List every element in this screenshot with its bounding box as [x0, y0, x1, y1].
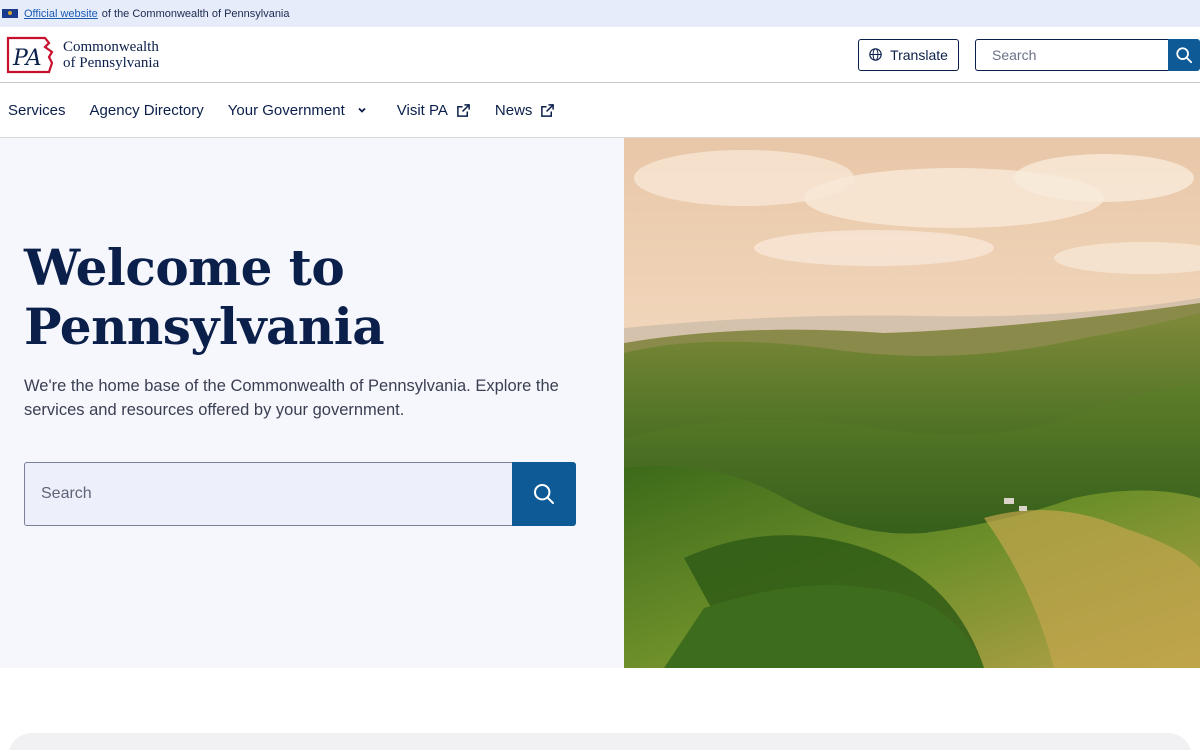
pa-flag-icon	[2, 9, 18, 18]
hero-content: Welcome to Pennsylvania We're the home b…	[0, 138, 624, 668]
logo-wordmark: Commonwealth of Pennsylvania	[63, 39, 159, 71]
pa-keystone-logo-icon: PA	[6, 36, 54, 73]
hero-title-line-2: Pennsylvania	[24, 297, 385, 356]
header-search-button[interactable]	[1168, 38, 1200, 71]
nav-label: Visit PA	[396, 101, 448, 119]
nav-label: News	[494, 101, 533, 119]
nav-label: Your Government	[227, 101, 345, 119]
nav-label: Agency Directory	[89, 101, 204, 119]
nav-label: Services	[8, 101, 66, 119]
nav-item-services[interactable]: Services	[8, 102, 66, 119]
official-website-link[interactable]: Official website	[24, 8, 98, 20]
nav-item-news[interactable]: News	[495, 102, 556, 119]
hero-search	[24, 462, 624, 526]
hero-landscape-image	[624, 138, 1200, 668]
header-search-input[interactable]	[975, 38, 1168, 71]
hero-search-button[interactable]	[512, 462, 576, 526]
chevron-down-icon	[358, 107, 366, 113]
search-icon	[533, 483, 555, 505]
content-card-top	[8, 733, 1192, 750]
hero-title-line-1: Welcome to	[24, 238, 345, 297]
header-search	[975, 38, 1200, 71]
globe-icon	[869, 48, 882, 61]
search-icon	[1176, 46, 1193, 63]
hero-section: Welcome to Pennsylvania We're the home b…	[0, 138, 1200, 668]
logo-line-1: Commonwealth	[63, 38, 159, 55]
external-link-icon	[457, 103, 470, 117]
translate-label: Translate	[890, 46, 948, 63]
header-actions: Translate	[858, 38, 1200, 71]
logo-mark-text: PA	[12, 46, 42, 71]
nav-item-visit-pa[interactable]: Visit PA	[397, 102, 471, 119]
official-banner: Official website of the Commonwealth of …	[0, 0, 1200, 27]
landscape-photo	[624, 138, 1200, 668]
official-banner-text: of the Commonwealth of Pennsylvania	[101, 7, 290, 20]
pa-logo[interactable]: PA Commonwealth of Pennsylvania	[5, 35, 159, 75]
site-header: PA Commonwealth of Pennsylvania Translat…	[0, 27, 1200, 83]
below-hero	[0, 668, 1200, 750]
hero-description: We're the home base of the Commonwealth …	[24, 377, 559, 419]
nav-item-your-government[interactable]: Your Government	[228, 102, 367, 119]
hero-search-input[interactable]	[24, 462, 512, 526]
hero-title: Welcome to Pennsylvania	[24, 238, 624, 356]
nav-item-agency-directory[interactable]: Agency Directory	[90, 102, 204, 119]
external-link-icon	[541, 103, 555, 117]
logo-line-2: of Pennsylvania	[63, 54, 160, 71]
main-nav: Services Agency Directory Your Governmen…	[0, 83, 1200, 138]
translate-button[interactable]: Translate	[858, 38, 959, 71]
